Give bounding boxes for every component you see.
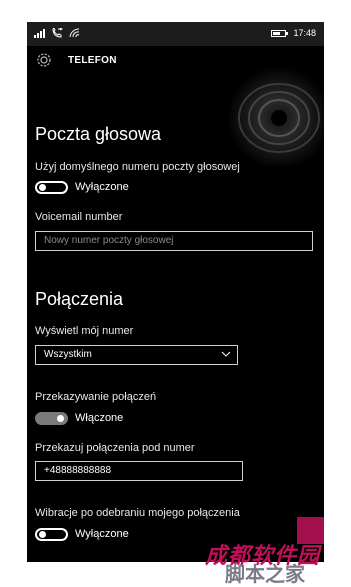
watermark-line2: 脚本之家 bbox=[225, 564, 305, 586]
show-my-number-value: Wszystkim bbox=[44, 349, 92, 360]
wifi-icon bbox=[69, 28, 80, 38]
call-forwarding-label: Przekazywanie połączeń bbox=[35, 391, 157, 403]
forward-to-number-input[interactable]: +48888888888 bbox=[35, 461, 243, 481]
toggle-knob bbox=[39, 531, 46, 538]
battery-level bbox=[273, 31, 280, 35]
vibrate-on-answer-toggle-state: Wyłączone bbox=[75, 528, 129, 540]
forward-to-number-label: Przekazuj połączenia pod numer bbox=[35, 442, 195, 454]
call-forwarding-toggle[interactable] bbox=[35, 412, 68, 425]
toggle-knob bbox=[39, 184, 46, 191]
signal-icon bbox=[34, 28, 45, 38]
default-voicemail-number-toggle-state: Wyłączone bbox=[75, 181, 129, 193]
phone-screen: 17:48 TELEFON Poczta głosowa Użyj domyśl… bbox=[27, 22, 324, 562]
phone-frame: 17:48 TELEFON Poczta głosowa Użyj domyśl… bbox=[0, 0, 351, 586]
voicemail-number-input[interactable]: Nowy numer poczty głosowej bbox=[35, 231, 313, 251]
call-forwarding-icon bbox=[52, 28, 63, 38]
default-voicemail-number-toggle[interactable] bbox=[35, 181, 68, 194]
status-bar: 17:48 bbox=[27, 22, 324, 46]
calls-section-title: Połączenia bbox=[35, 289, 124, 309]
app-title: TELEFON bbox=[68, 55, 117, 66]
vibrate-on-answer-label: Wibracje po odebraniu mojego połączenia bbox=[35, 507, 240, 519]
toggle-knob bbox=[57, 415, 64, 422]
watermark: 成都软件园 脚本之家 bbox=[205, 538, 345, 586]
status-time: 17:48 bbox=[293, 28, 316, 38]
show-my-number-label: Wyświetl mój numer bbox=[35, 325, 134, 337]
vibrate-on-answer-toggle[interactable] bbox=[35, 528, 68, 541]
voicemail-number-label: Voicemail number bbox=[35, 211, 123, 223]
gear-icon[interactable] bbox=[35, 51, 53, 69]
default-voicemail-number-label: Użyj domyślnego numeru poczty głosowej bbox=[35, 161, 240, 173]
app-header: TELEFON bbox=[27, 46, 324, 74]
status-icons-right: 17:48 bbox=[271, 28, 316, 38]
show-my-number-select[interactable]: Wszystkim bbox=[35, 345, 238, 365]
chevron-down-icon bbox=[221, 351, 231, 357]
battery-icon bbox=[271, 29, 289, 37]
status-icons-left bbox=[34, 28, 80, 38]
voicemail-section-title: Poczta głosowa bbox=[35, 124, 162, 144]
call-forwarding-toggle-state: Włączone bbox=[75, 412, 124, 424]
